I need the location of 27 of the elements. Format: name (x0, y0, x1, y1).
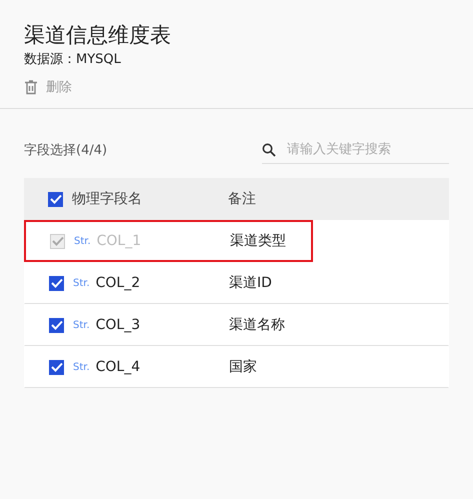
column-header: 物理字段名 (72, 190, 142, 208)
field-name: COL_3 (96, 317, 140, 333)
field-name: COL_1 (96, 233, 142, 249)
field-name: COL_2 (96, 275, 140, 291)
type-tag: Str. (73, 320, 90, 330)
type-tag: Str. (73, 278, 90, 288)
table-row[interactable]: Str. COL_4 国家 (24, 346, 449, 388)
type-tag: Str. (73, 362, 90, 372)
field-selection-label: 字段选择(4/4) (24, 142, 108, 159)
field-note: 渠道名称 (229, 316, 285, 334)
row-checkbox[interactable] (49, 360, 64, 374)
field-note: 渠道ID (229, 274, 272, 292)
field-name: COL_4 (96, 359, 140, 375)
table-row[interactable]: Str. COL_2 渠道ID (24, 262, 449, 304)
search-field[interactable]: 请输入关键字搜索 (262, 136, 449, 164)
column-header: 备注 (228, 190, 256, 208)
row-checkbox[interactable] (49, 276, 64, 290)
search-icon (262, 143, 276, 157)
data-source-label: 数据源：MYSQL (24, 51, 122, 69)
type-tag: Str. (74, 236, 91, 246)
page-title: 渠道信息维度表 (24, 22, 172, 49)
field-note: 渠道类型 (230, 232, 286, 250)
table-row[interactable]: Str. COL_3 渠道名称 (24, 304, 449, 346)
field-note: 国家 (229, 358, 257, 376)
select-all-checkbox[interactable] (48, 192, 63, 206)
row-checkbox[interactable] (49, 318, 64, 332)
trash-icon (24, 80, 38, 94)
